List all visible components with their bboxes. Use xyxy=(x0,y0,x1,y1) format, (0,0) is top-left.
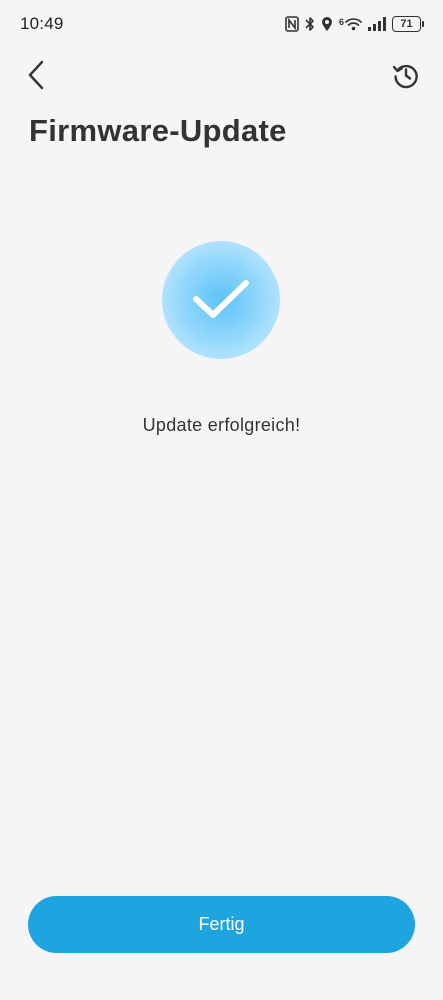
done-button[interactable]: Fertig xyxy=(28,896,415,953)
status-time: 10:49 xyxy=(20,14,64,33)
location-icon xyxy=(321,17,332,31)
nfc-icon xyxy=(285,16,299,32)
status-bar: 10:49 6 71 xyxy=(0,0,443,48)
history-icon xyxy=(392,64,418,89)
checkmark-icon xyxy=(193,280,249,318)
screen: 10:49 6 71 Firmware-Update Update erfolg… xyxy=(0,0,443,1000)
page-title: Firmware-Update xyxy=(29,113,287,148)
back-button[interactable] xyxy=(18,56,54,94)
status-icons: 6 71 xyxy=(285,16,424,32)
bluetooth-icon xyxy=(305,17,314,31)
chevron-left-icon xyxy=(28,60,44,90)
success-circle xyxy=(162,241,280,359)
history-button[interactable] xyxy=(387,56,425,94)
signal-icon xyxy=(368,17,386,31)
success-message: Update erfolgreich! xyxy=(142,415,301,435)
battery-indicator: 71 xyxy=(392,16,424,32)
wifi-indicator: 6 xyxy=(339,17,362,31)
network-label: 6 xyxy=(338,17,344,27)
wifi-icon xyxy=(345,18,362,31)
